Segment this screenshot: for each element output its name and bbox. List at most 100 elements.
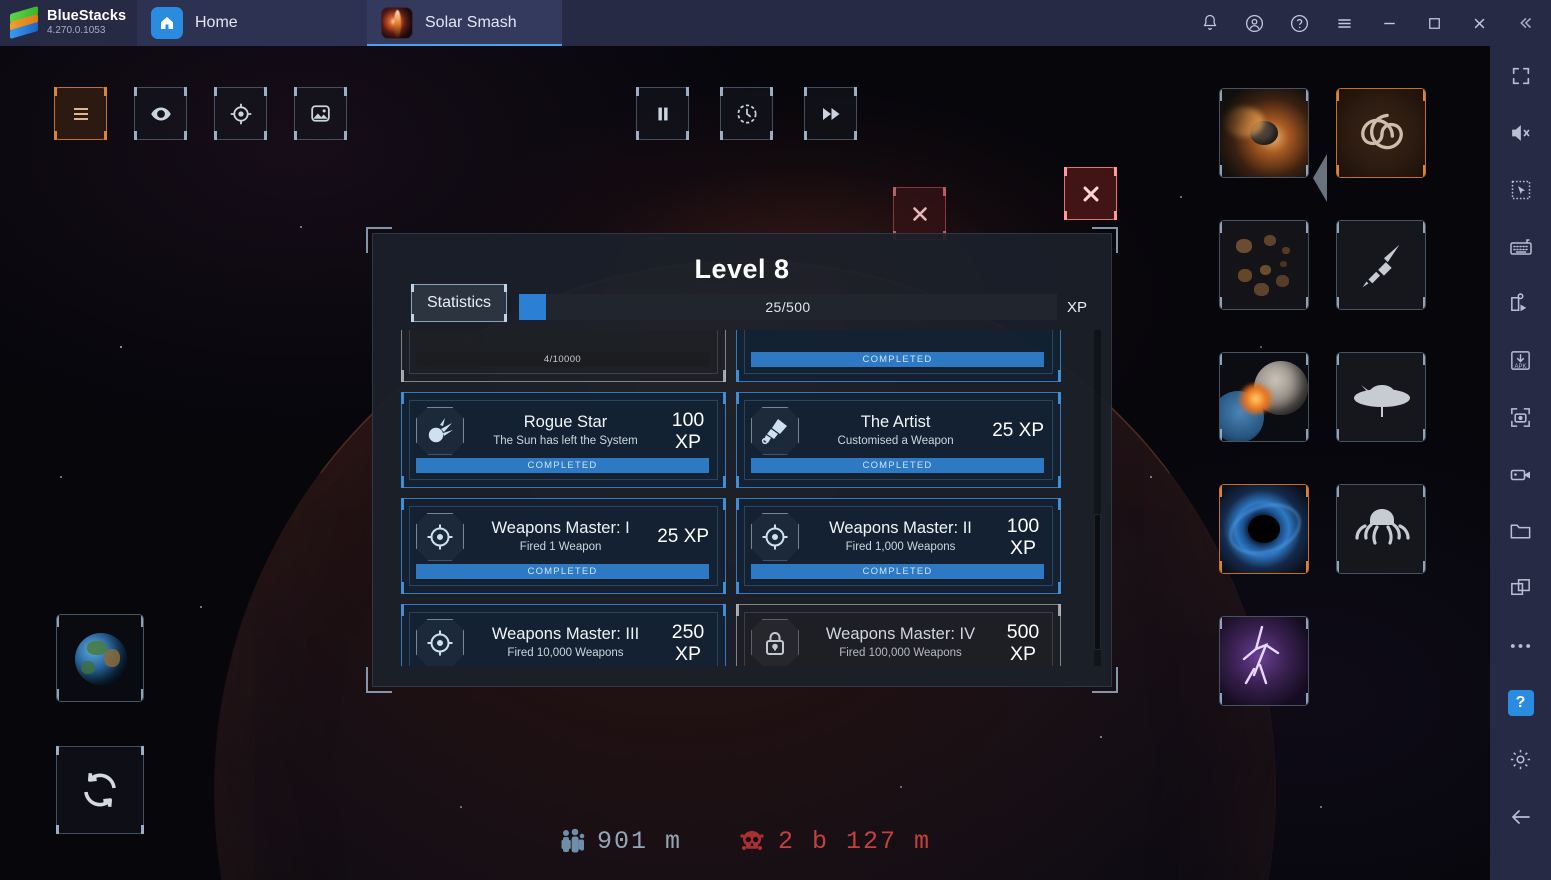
game-viewport[interactable]: 901 m 2 b 127 m Level 8 Statistics 25/50… [0,46,1490,880]
comet-icon [416,406,464,455]
weapon-black-hole[interactable] [1219,484,1309,574]
achievement-inner: Weapons Master: I Fired 1 Weapon 25 XP COMP… [409,506,718,586]
notifications-bell-icon[interactable] [1187,0,1232,46]
achievement-top-row: Rogue Star The Sun has left the System 100… [416,406,709,455]
macro-recorder-icon[interactable] [1490,275,1551,332]
slow-motion-clock-icon[interactable] [720,87,773,140]
install-apk-icon[interactable]: APK [1490,332,1551,389]
help-badge-icon[interactable]: ? [1490,674,1551,731]
titlebar-spacer [562,0,1187,46]
achievement-card[interactable]: Weapons Master: I Fired 1 Weapon 25 XP COMP… [401,498,726,594]
crosshair-icon[interactable] [214,87,267,140]
achievement-xp: 100 XP [667,409,709,453]
achievement-card[interactable]: Rogue Star The Sun has left the System 100… [401,392,726,488]
achievement-xp: 25 XP [992,419,1044,441]
achievement-top-row: The Artist Customised a Weapon 25 XP [751,406,1044,455]
weapon-lightning[interactable] [1219,616,1309,706]
achievement-progress-bar: 4/10000 [416,352,709,367]
achievement-card-partial[interactable]: 4/10000 [401,330,726,382]
menu-icon[interactable] [54,87,107,140]
brand-version: 4.270.0.1053 [47,25,106,36]
achievement-xp-unit: XP [674,642,701,665]
weapon-galaxy-vortex[interactable] [1336,88,1426,178]
achievement-progress-bar: COMPLETED [416,564,709,579]
page-title: Level 8 [694,254,790,284]
eye-icon[interactable] [134,87,187,140]
settings-gear-icon[interactable] [1490,731,1551,788]
achievement-inner: Weapons Master: IV Fired 100,000 Weapons 5… [744,612,1053,666]
achievement-card[interactable]: The Artist Customised a Weapon 25 XP COMPLE… [736,392,1061,488]
account-icon[interactable] [1232,0,1277,46]
pause-icon[interactable] [636,87,689,140]
achievement-text: The Artist Customised a Weapon [807,411,984,450]
achievement-card[interactable]: Weapons Master: II Fired 1,000 Weapons 100… [736,498,1061,594]
weapon-kraken[interactable] [1336,484,1426,574]
more-options-icon[interactable] [1490,617,1551,674]
weapon-panel-arrow-icon[interactable] [1313,154,1327,202]
achievement-text: Weapons Master: III Fired 10,000 Weapons [472,623,659,662]
tab-home-label: Home [195,14,238,31]
dialog-body: Level 8 Statistics 25/500 XP 4/10000 COMP… [372,233,1112,687]
fast-forward-icon[interactable] [804,87,857,140]
close-icon[interactable] [1457,0,1502,46]
achievement-card[interactable]: Weapons Master: III Fired 10,000 Weapons 2… [401,604,726,666]
keyboard-icon[interactable] [1490,218,1551,275]
game-stats-bar: 901 m 2 b 127 m [0,827,1490,856]
achievement-inner: Rogue Star The Sun has left the System 100… [409,400,718,480]
multi-instance-icon[interactable] [1490,560,1551,617]
weapon-ufo[interactable] [1336,352,1426,442]
achievement-text: Weapons Master: II Fired 1,000 Weapons [807,517,994,556]
earth-planet-icon[interactable] [56,614,144,702]
svg-text:APK: APK [1515,364,1527,370]
bluestacks-sidebar: APK ? [1490,46,1551,880]
achievement-progress-bar: COMPLETED [751,564,1044,579]
reset-icon[interactable] [56,746,144,834]
crosshair-icon [416,512,464,561]
tab-solar-smash-label: Solar Smash [425,14,517,31]
achievement-name: Weapons Master: II [829,519,972,537]
achievement-name: Weapons Master: I [491,519,630,537]
record-video-icon[interactable] [1490,446,1551,503]
achievement-xp-amount: 100 [1006,514,1040,537]
achievement-top-row [416,330,709,349]
weapon-moon-collision[interactable] [1219,352,1309,442]
statistics-button[interactable]: Statistics [411,284,507,322]
maximize-icon[interactable] [1412,0,1457,46]
weapon-asteroids[interactable] [1219,220,1309,310]
xp-progress-fill [519,294,546,320]
screenshot-icon[interactable] [1490,389,1551,446]
achievement-card[interactable]: Weapons Master: IV Fired 100,000 Weapons 5… [736,604,1061,666]
achievement-xp-amount: 500 [1006,620,1040,643]
achievement-xp: 500 XP [1002,621,1044,665]
help-circle-icon[interactable] [1277,0,1322,46]
tab-solar-smash[interactable]: Solar Smash [367,0,562,46]
brand-name: BlueStacks [47,8,127,24]
weapon-meteor[interactable] [1219,88,1309,178]
achievement-top-row [751,330,1044,349]
crosshair-icon [416,618,464,666]
achievement-progress-bar: COMPLETED [416,458,709,473]
image-icon[interactable] [294,87,347,140]
achievements-list[interactable]: 4/10000 COMPLETED Rogue Star The Sun has le… [401,330,1085,666]
collapse-sidebar-icon[interactable] [1502,0,1547,46]
fullscreen-icon[interactable] [1490,47,1551,104]
achievement-status-label: COMPLETED [862,354,933,365]
achievements-scrollbar-thumb[interactable] [1094,514,1101,650]
back-arrow-icon[interactable] [1490,788,1551,845]
weapon-missile[interactable] [1336,220,1426,310]
media-folder-icon[interactable] [1490,503,1551,560]
achievement-card-partial[interactable]: COMPLETED [736,330,1061,382]
achievement-text: Rogue Star The Sun has left the System [472,411,659,450]
population-icon [561,828,585,852]
paintbrush-icon [751,406,799,455]
deaths-value: 2 b 127 m [777,827,932,856]
hamburger-menu-icon[interactable] [1322,0,1367,46]
cursor-select-icon[interactable] [1490,161,1551,218]
mute-icon[interactable] [1490,104,1551,161]
achievement-description: Fired 10,000 Weapons [507,647,624,659]
close-dialog-icon[interactable] [1064,167,1117,220]
achievement-progress-bar: COMPLETED [751,352,1044,367]
achievement-text: Weapons Master: IV Fired 100,000 Weapons [807,623,994,662]
minimize-icon[interactable] [1367,0,1412,46]
tab-home[interactable]: Home [137,0,367,46]
